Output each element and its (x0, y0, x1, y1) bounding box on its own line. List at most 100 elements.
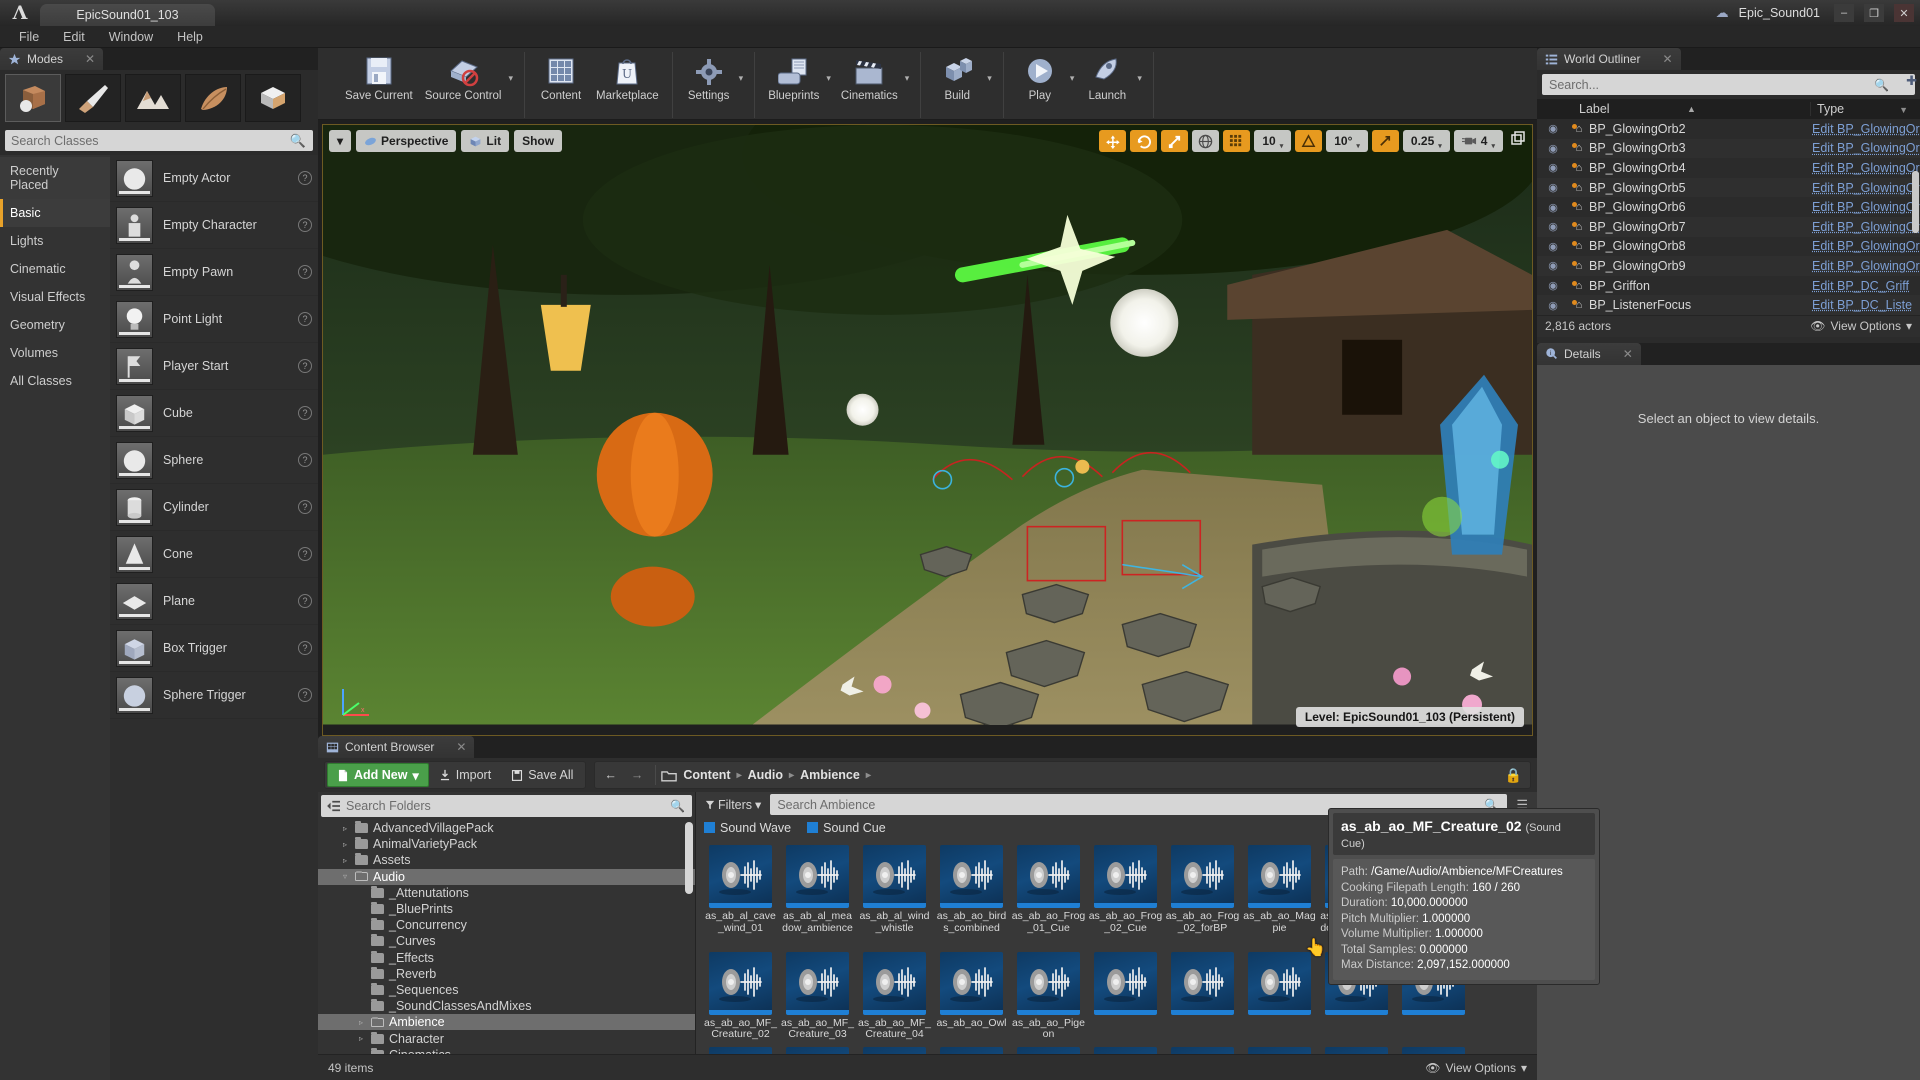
outliner-edit-link[interactable]: Edit BP_GlowingOrb (1810, 161, 1920, 175)
asset-grid-item[interactable]: as_ab_al_cave_wind_01 (703, 845, 778, 946)
filters-button[interactable]: Filters ▾ (701, 797, 765, 812)
paint-mode-button[interactable] (65, 74, 121, 122)
asset-grid-item[interactable] (1396, 1046, 1471, 1054)
project-tab[interactable]: EpicSound01_103 (40, 4, 215, 26)
tree-expand-icon[interactable]: ▹ (356, 1018, 366, 1027)
maximize-button[interactable]: ❐ (1864, 4, 1884, 22)
outliner-row[interactable]: ◉ ⌂ BP_GlowingOrb6 Edit BP_GlowingOrb (1537, 197, 1920, 217)
visibility-eye-icon[interactable]: ◉ (1537, 161, 1569, 174)
tab-world-outliner[interactable]: World Outliner ✕ (1537, 48, 1681, 70)
toolbar-cinematics-button[interactable]: Cinematics (835, 52, 904, 118)
asset-grid-item[interactable] (1165, 951, 1240, 1041)
viewport-camera-mode-button[interactable]: Perspective (356, 130, 457, 152)
tree-expand-icon[interactable]: ▹ (340, 856, 350, 865)
world-space-icon[interactable] (1192, 130, 1220, 152)
outliner-row[interactable]: ◉ ⌂ BP_GlowingOrb7 Edit BP_GlowingOrb (1537, 216, 1920, 237)
folder-node[interactable]: Cinematics (318, 1047, 695, 1054)
folder-node[interactable]: ▹ Character (318, 1030, 695, 1046)
toolbar-save-current-button[interactable]: Save Current (339, 52, 419, 118)
tree-toggle-icon[interactable] (327, 800, 341, 812)
toolbar-blueprints-button[interactable]: Blueprints (762, 52, 825, 118)
lock-icon[interactable]: 🔒 (1505, 767, 1528, 784)
asset-grid-item[interactable] (1011, 1046, 1086, 1054)
asset-grid-item[interactable]: as_ab_al_meadow_ambience (780, 845, 855, 946)
visibility-eye-icon[interactable]: ◉ (1537, 220, 1569, 233)
place-asset-row[interactable]: Sphere Trigger? (110, 672, 318, 719)
outliner-row[interactable]: ◉ ⌂ BP_GlowingOrb2 Edit BP_GlowingOrb (1537, 119, 1920, 139)
tab-modes-close-icon[interactable]: ✕ (85, 52, 95, 66)
folder-node[interactable]: _Effects (318, 950, 695, 966)
menu-help[interactable]: Help (166, 27, 214, 47)
transform-rotate-icon[interactable] (1130, 130, 1158, 152)
asset-grid-item[interactable]: as_ab_ao_Magpie (1242, 845, 1317, 946)
transform-scale-icon[interactable] (1161, 130, 1189, 152)
outliner-row[interactable]: ◉ ⌂ BP_ListenerFocus Edit BP_DC_Liste (1537, 295, 1920, 315)
outliner-add-icon[interactable]: ✚ (1906, 73, 1917, 89)
asset-grid-item[interactable] (780, 1046, 855, 1054)
asset-grid-item[interactable]: as_ab_al_wind_whistle (857, 845, 932, 946)
search-classes-input[interactable]: Search Classes 🔍 (5, 130, 313, 151)
grid-snap-toggle[interactable] (1223, 130, 1251, 152)
add-new-button[interactable]: Add New ▾ (327, 763, 429, 787)
help-icon[interactable]: ? (298, 312, 312, 326)
folder-node[interactable]: _Sequences (318, 982, 695, 998)
category-cinematic[interactable]: Cinematic (0, 255, 110, 283)
folder-node[interactable]: ▹ AdvancedVillagePack (318, 820, 695, 836)
outliner-edit-link[interactable]: Edit BP_GlowingOrb (1810, 259, 1920, 273)
type-filter-sound-wave[interactable]: Sound Wave (704, 821, 791, 835)
outliner-edit-link[interactable]: Edit BP_GlowingOrb (1810, 239, 1920, 253)
asset-grid-item[interactable]: as_ab_ao_Frog_01_Cue (1011, 845, 1086, 946)
asset-grid-item[interactable] (934, 1046, 1009, 1054)
folder-node[interactable]: _Reverb (318, 966, 695, 982)
tree-expand-icon[interactable]: ▹ (340, 840, 350, 849)
outliner-edit-link[interactable]: Edit BP_GlowingOrb (1810, 122, 1920, 136)
visibility-eye-icon[interactable]: ◉ (1537, 122, 1569, 135)
import-button[interactable]: Import (429, 763, 501, 787)
cloud-icon[interactable]: ☁ (1716, 5, 1729, 21)
visibility-eye-icon[interactable]: ◉ (1537, 299, 1569, 312)
outliner-edit-link[interactable]: Edit BP_GlowingOrb (1810, 220, 1920, 234)
folder-node[interactable]: _Curves (318, 933, 695, 949)
category-lights[interactable]: Lights (0, 227, 110, 255)
outliner-view-options-button[interactable]: 👁 View Options ▾ (1810, 319, 1912, 333)
help-icon[interactable]: ? (298, 453, 312, 467)
menu-window[interactable]: Window (98, 27, 164, 47)
folder-node[interactable]: ▹ Ambience (318, 1014, 695, 1031)
nav-back-button[interactable]: ← (597, 763, 624, 787)
outliner-row[interactable]: ◉ ⌂ BP_GlowingOrb8 Edit BP_GlowingOrb (1537, 236, 1920, 257)
outliner-edit-link[interactable]: Edit BP_DC_Liste (1810, 298, 1920, 312)
help-icon[interactable]: ? (298, 359, 312, 373)
folder-tree-scrollbar[interactable] (685, 822, 693, 894)
outliner-search-input[interactable]: Search... 🔍 (1542, 74, 1915, 95)
visibility-eye-icon[interactable]: ◉ (1537, 142, 1569, 155)
transform-move-icon[interactable] (1099, 130, 1127, 152)
tree-expand-icon[interactable]: ▹ (340, 824, 350, 833)
asset-grid-item[interactable] (1319, 1046, 1394, 1054)
foliage-mode-button[interactable] (185, 74, 241, 122)
grid-snap-value[interactable]: 10 ▾ (1254, 130, 1292, 152)
help-icon[interactable]: ? (298, 688, 312, 702)
folder-node[interactable]: _Attenutations (318, 885, 695, 901)
category-visual-effects[interactable]: Visual Effects (0, 283, 110, 311)
folder-node[interactable]: ▹ Assets (318, 852, 695, 868)
angle-snap-value[interactable]: 10° ▾ (1326, 130, 1368, 152)
viewport-show-button[interactable]: Show (514, 130, 563, 152)
visibility-eye-icon[interactable]: ◉ (1537, 259, 1569, 272)
toolbar-chevron-down-icon[interactable]: ▾ (1136, 73, 1146, 98)
asset-grid-item[interactable]: as_ab_ao_birds_combined (934, 845, 1009, 946)
toolbar-chevron-down-icon[interactable]: ▾ (1069, 73, 1079, 98)
folder-node[interactable]: _SoundClassesAndMixes (318, 998, 695, 1014)
asset-grid-item[interactable]: as_ab_ao_Pigeon (1011, 951, 1086, 1041)
visibility-eye-icon[interactable]: ◉ (1537, 279, 1569, 292)
geometry-mode-button[interactable] (245, 74, 301, 122)
menu-file[interactable]: File (8, 27, 50, 47)
asset-grid-item[interactable]: as_ab_ao_Frog_02_Cue (1088, 845, 1163, 946)
viewport-viewmode-button[interactable]: Lit (461, 130, 510, 152)
outliner-row[interactable]: ◉ ⌂ BP_Griffon Edit BP_DC_Griff (1537, 275, 1920, 296)
scale-snap-value[interactable]: 0.25 ▾ (1402, 130, 1450, 152)
place-asset-row[interactable]: Plane? (110, 578, 318, 625)
tree-expand-icon[interactable]: ▿ (340, 872, 350, 881)
folder-node[interactable]: _BluePrints (318, 901, 695, 917)
outliner-row[interactable]: ◉ ⌂ BP_GlowingOrb5 Edit BP_GlowingOrb (1537, 177, 1920, 198)
close-button[interactable]: ✕ (1894, 4, 1914, 22)
